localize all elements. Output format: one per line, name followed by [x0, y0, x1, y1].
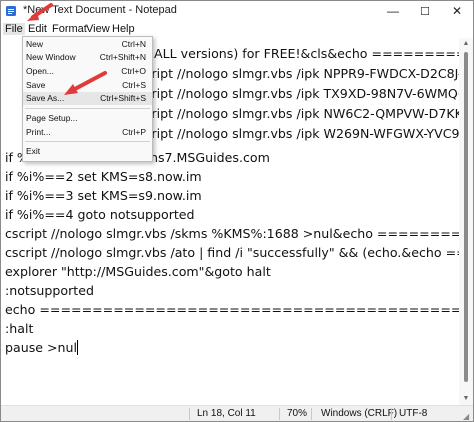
editor-line: :notsupported	[5, 283, 94, 298]
menu-item-save-as[interactable]: Save As... Ctrl+Shift+S	[23, 92, 152, 105]
menu-separator	[25, 141, 150, 142]
menu-item-label: Print...	[26, 127, 51, 137]
editor-line: if %i%==4 goto notsupported	[5, 207, 195, 222]
menu-item-shortcut: Ctrl+P	[122, 127, 146, 137]
menu-item-new[interactable]: New Ctrl+N	[23, 38, 152, 51]
scroll-up-arrow-icon[interactable]: ▲	[459, 38, 473, 50]
menu-item-shortcut: Ctrl+N	[121, 39, 146, 49]
file-menu-dropdown: New Ctrl+N New Window Ctrl+Shift+N Open.…	[22, 36, 153, 162]
vertical-scrollbar[interactable]: ▲ ▼	[459, 38, 473, 405]
menu-item-exit[interactable]: Exit	[23, 145, 152, 158]
menu-item-label: Page Setup...	[26, 113, 78, 123]
editor-line: cscript //nologo slmgr.vbs /ipk TX9XD-98…	[131, 86, 459, 101]
scroll-down-arrow-icon[interactable]: ▼	[459, 393, 473, 405]
title-bar: *New Text Document - Notepad — ☐ ✕	[1, 1, 473, 21]
editor-line: explorer "http://MSGuides.com"&goto halt	[5, 264, 271, 279]
menu-item-shortcut: Ctrl+O	[121, 66, 146, 76]
status-divider	[189, 408, 190, 420]
menu-item-label: Open...	[26, 66, 54, 76]
status-divider	[279, 408, 280, 420]
text-caret	[77, 340, 79, 355]
editor-line: ALL versions) for FREE!&cls&echo =======…	[154, 46, 459, 61]
editor-line-last: pause >nul	[5, 338, 79, 358]
menu-item-label: Save As...	[26, 93, 65, 103]
status-position: Ln 18, Col 11	[197, 408, 256, 419]
status-line-ending: Windows (CRLF)	[321, 408, 398, 419]
editor-line: cscript //nologo slmgr.vbs /ato | find /…	[5, 245, 459, 260]
status-bar: Ln 18, Col 11 70% Windows (CRLF) UTF-8 ◢	[1, 405, 473, 421]
menu-file[interactable]: File	[3, 23, 25, 35]
menu-help[interactable]: Help	[110, 23, 137, 35]
resize-grip-icon[interactable]: ◢	[463, 412, 471, 421]
menu-view[interactable]: View	[84, 23, 112, 35]
status-encoding: UTF-8	[399, 408, 428, 419]
menu-item-label: New Window	[26, 52, 76, 62]
editor-line: cscript //nologo slmgr.vbs /skms %KMS%:1…	[5, 226, 459, 241]
status-divider	[391, 408, 392, 420]
menu-separator	[25, 108, 150, 109]
menu-item-label: Exit	[26, 146, 41, 156]
editor-line: cscript //nologo slmgr.vbs /ipk W269N-WF…	[131, 126, 459, 141]
menu-item-label: New	[26, 39, 44, 49]
maximize-button[interactable]: ☐	[409, 1, 441, 21]
menu-edit[interactable]: Edit	[26, 23, 49, 35]
status-zoom: 70%	[287, 408, 308, 419]
menu-item-shortcut: Ctrl+S	[122, 80, 146, 90]
editor-line-text: pause >nul	[5, 340, 78, 355]
status-divider	[311, 408, 312, 420]
notepad-app-icon	[6, 6, 16, 16]
menu-item-print[interactable]: Print... Ctrl+P	[23, 126, 152, 139]
menu-item-new-window[interactable]: New Window Ctrl+Shift+N	[23, 51, 152, 64]
menu-item-shortcut: Ctrl+Shift+N	[99, 52, 146, 62]
menu-item-label: Save	[26, 80, 46, 90]
editor-line: echo ===================================…	[5, 302, 459, 317]
menu-item-page-setup[interactable]: Page Setup...	[23, 112, 152, 125]
editor-line: if %i%==2 set KMS=s8.now.im	[5, 169, 202, 184]
window-title: *New Text Document - Notepad	[23, 4, 177, 16]
menu-item-open[interactable]: Open... Ctrl+O	[23, 65, 152, 78]
editor-line: cscript //nologo slmgr.vbs /ipk NPPR9-FW…	[131, 66, 459, 81]
notepad-window: *New Text Document - Notepad — ☐ ✕ File …	[0, 0, 474, 422]
editor-line: cscript //nologo slmgr.vbs /ipk NW6C2-QM…	[131, 106, 459, 121]
editor-line: if %i%==3 set KMS=s9.now.im	[5, 188, 202, 203]
menu-item-save[interactable]: Save Ctrl+S	[23, 79, 152, 92]
editor-line: :halt	[5, 321, 34, 336]
menu-item-shortcut: Ctrl+Shift+S	[100, 93, 146, 103]
scrollbar-thumb[interactable]	[464, 52, 468, 382]
close-button[interactable]: ✕	[441, 1, 473, 21]
minimize-button[interactable]: —	[377, 1, 409, 21]
